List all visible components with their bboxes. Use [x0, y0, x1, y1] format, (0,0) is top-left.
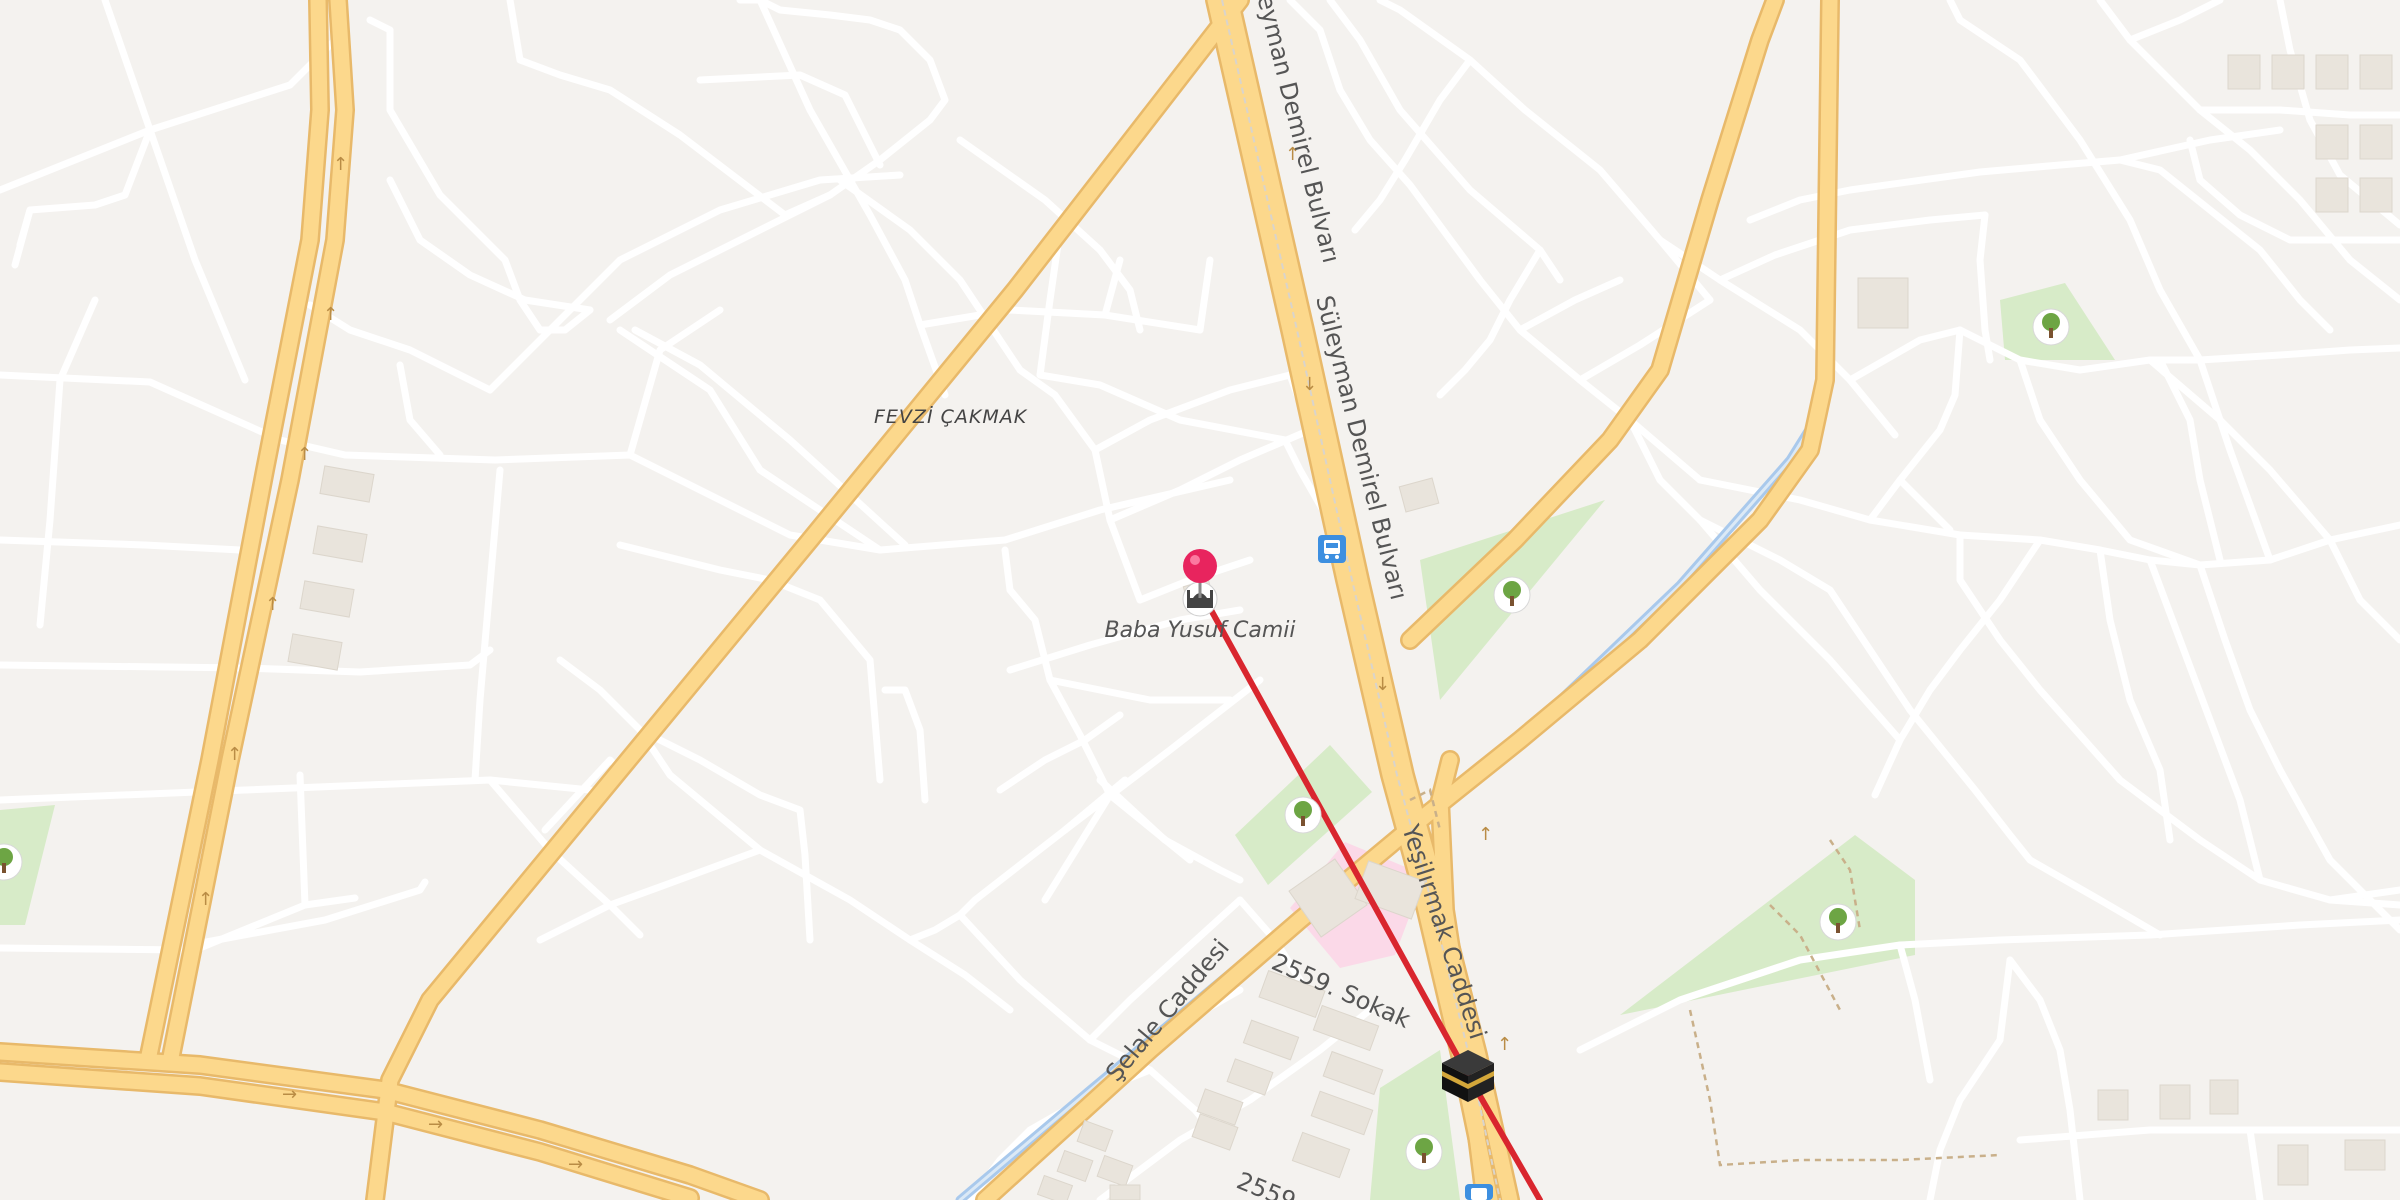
park-tree-icon [1284, 796, 1322, 834]
park-tree-icon [1819, 903, 1857, 941]
park-tree-icon [2032, 308, 2070, 346]
svg-text:↑: ↑ [198, 889, 213, 910]
svg-text:↑: ↑ [265, 594, 280, 615]
svg-text:↑: ↑ [333, 154, 348, 175]
map-layer[interactable]: ↑ ↑ ↑ ↑ ↑ ↑ → → → ↑ ↓ ↓ ↑ ↑ Süleyman Dem… [0, 0, 2400, 1200]
park-tree-icon [1493, 576, 1531, 614]
bus-stop-icon[interactable] [1318, 535, 1346, 563]
svg-text:↓: ↓ [1302, 374, 1317, 395]
svg-text:↑: ↑ [1478, 824, 1493, 845]
buildings [287, 54, 2393, 1200]
district-label: FEVZİ ÇAKMAK [874, 405, 1028, 428]
park-areas [0, 283, 2115, 1200]
svg-text:↑: ↑ [227, 744, 242, 765]
street-label-2559-b: 2559 [1233, 1167, 1300, 1200]
park-tree-icon [1405, 1133, 1443, 1171]
poi-label-baba-yusuf-camii[interactable]: Baba Yusuf Camii [1104, 618, 1295, 643]
bus-stop-icon[interactable] [1465, 1184, 1493, 1200]
svg-text:→: → [568, 1154, 583, 1175]
map-canvas[interactable]: ↑ ↑ ↑ ↑ ↑ ↑ → → → ↑ ↓ ↓ ↑ ↑ Süleyman Dem… [0, 0, 2400, 1200]
svg-text:→: → [282, 1084, 297, 1105]
svg-text:↑: ↑ [323, 304, 338, 325]
svg-text:→: → [428, 1114, 443, 1135]
svg-text:↓: ↓ [1375, 674, 1390, 695]
svg-text:↑: ↑ [297, 444, 312, 465]
svg-text:↑: ↑ [1497, 1034, 1512, 1055]
